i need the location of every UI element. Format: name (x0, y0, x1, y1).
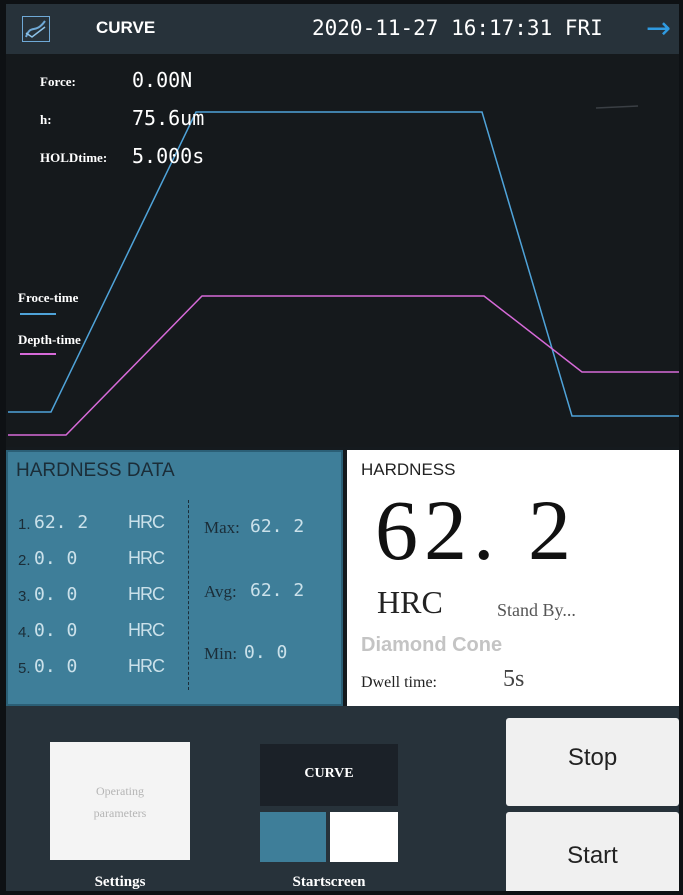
indenter-type: Diamond Cone (361, 634, 503, 656)
row-index: 5. (18, 660, 31, 677)
curve-plot-area: Force: 0.00N h: 75.6um HOLDtime: 5.000s … (6, 54, 679, 447)
settings-label: Settings (94, 874, 146, 890)
hardness-value: 62. 2 (375, 482, 577, 578)
force-time-line (8, 111, 679, 417)
force-value: 0.00N (132, 68, 193, 92)
row-index: 1. (18, 516, 31, 533)
force-label: Force: (40, 74, 76, 89)
row-index: 4. (18, 624, 31, 641)
settings-box-text: Operating parameters (93, 784, 147, 820)
stop-button-label: Stop (567, 744, 618, 771)
dwell-time-value: 5s (503, 666, 525, 692)
arrow-right-icon[interactable]: → (646, 14, 671, 44)
row-value: 0. 0 (34, 656, 78, 677)
holdtime-value: 5.000s (132, 144, 205, 168)
row-unit: HRC (128, 656, 165, 676)
row-value: 0. 0 (34, 584, 78, 605)
row-unit: HRC (128, 620, 165, 640)
depth-label: h: (40, 112, 52, 127)
row-value: 0. 0 (34, 620, 78, 641)
row-unit: HRC (128, 512, 165, 532)
depth-value: 75.6um (132, 106, 205, 130)
max-value: 62. 2 (250, 516, 305, 537)
curve-plot (8, 105, 679, 436)
start-button-label: Start (567, 842, 618, 869)
holdtime-label: HOLDtime: (40, 150, 108, 165)
min-label: Min: (204, 644, 238, 663)
curve-button[interactable]: CURVE (260, 744, 398, 806)
column-divider (188, 500, 189, 690)
avg-value: 62. 2 (250, 580, 305, 601)
datetime-display: 2020-11-27 16:17:31 FRI (312, 16, 603, 40)
dwell-time-label: Dwell time: (361, 674, 437, 691)
row-index: 2. (18, 552, 31, 569)
bottom-toolbar: Operating parameters Settings CURVE Star… (6, 706, 679, 891)
row-unit: HRC (128, 548, 165, 568)
hardness-data-title: HARDNESS DATA (16, 460, 175, 481)
min-value: 0. 0 (244, 642, 288, 663)
stop-button[interactable]: Stop (506, 718, 679, 806)
startscreen-label: Startscreen (292, 874, 366, 890)
row-value: 62. 2 (34, 512, 89, 533)
hardness-title: HARDNESS (361, 460, 456, 479)
legend-force-swatch (20, 313, 56, 315)
curve-chart-icon[interactable] (22, 16, 50, 42)
row-index: 3. (18, 588, 31, 605)
hardness-unit: HRC (377, 584, 443, 620)
settings-button[interactable]: Operating parameters (50, 742, 190, 860)
curve-button-label: CURVE (304, 766, 354, 781)
legend-depth-swatch (20, 353, 56, 355)
max-label: Max: (204, 518, 240, 537)
startscreen-swatch-white[interactable] (330, 812, 398, 862)
header-bar: CURVE 2020-11-27 16:17:31 FRI → (6, 4, 679, 54)
screen-title: CURVE (96, 18, 156, 37)
hardness-data-panel: HARDNESS DATA 1. 62. 2 HRC 2. 0. 0 HRC 3… (6, 450, 343, 706)
row-value: 0. 0 (34, 548, 78, 569)
status-text: Stand By... (497, 600, 576, 620)
start-button[interactable]: Start (506, 812, 679, 891)
row-unit: HRC (128, 584, 165, 604)
avg-label: Avg: (204, 582, 237, 601)
hardness-tester-screen: CURVE 2020-11-27 16:17:31 FRI → Force: 0… (6, 4, 679, 891)
startscreen-swatch-blue[interactable] (260, 812, 326, 862)
legend-force-time: Froce-time (18, 290, 79, 305)
legend-depth-time: Depth-time (18, 332, 81, 347)
depth-time-line (8, 295, 679, 436)
hardness-display-panel: HARDNESS 62. 2 HRC Stand By... Diamond C… (347, 450, 679, 706)
